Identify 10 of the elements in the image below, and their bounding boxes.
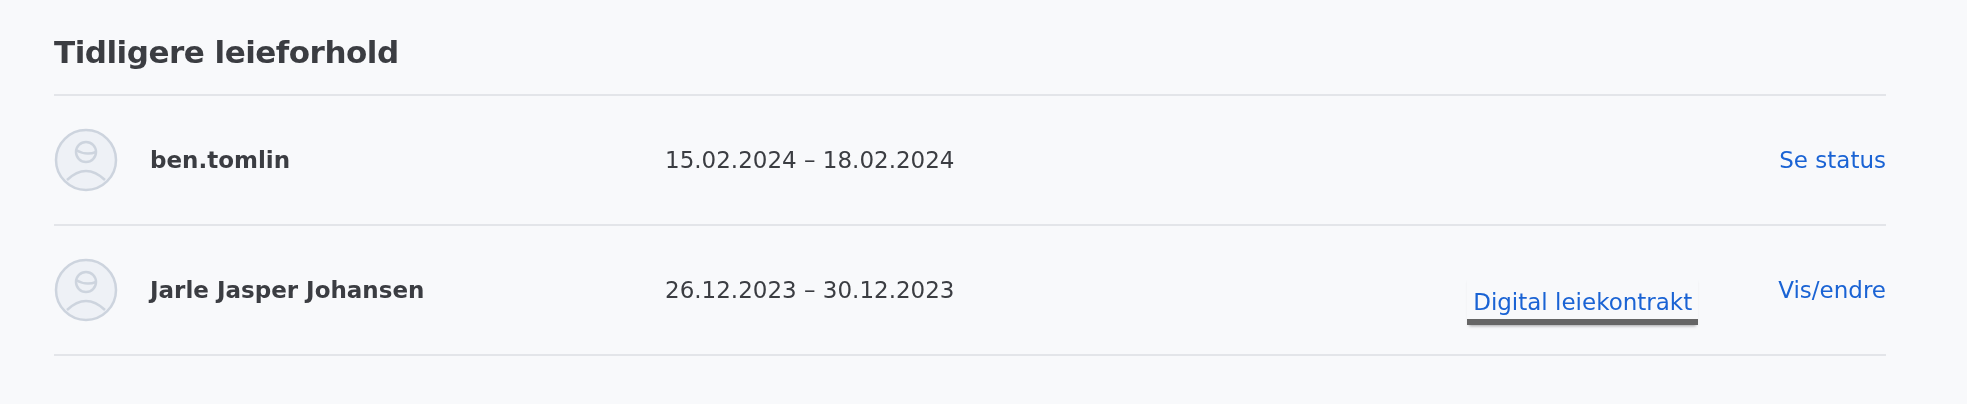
tenant-name: Jarle Jasper Johansen [150,277,426,303]
section-title: Tidligere leieforhold [54,34,400,70]
avatar-icon [54,128,118,192]
action-link[interactable]: Vis/endre [1778,277,1886,303]
action-link[interactable]: Se status [1779,147,1886,173]
action-link[interactable]: Digital leiekontrakt [1467,277,1699,325]
tenant-name: ben.tomlin [150,147,292,173]
rental-period: 26.12.2023 – 30.12.2023 [665,277,956,303]
avatar-icon [54,258,118,322]
rental-period: 15.02.2024 – 18.02.2024 [665,147,956,173]
